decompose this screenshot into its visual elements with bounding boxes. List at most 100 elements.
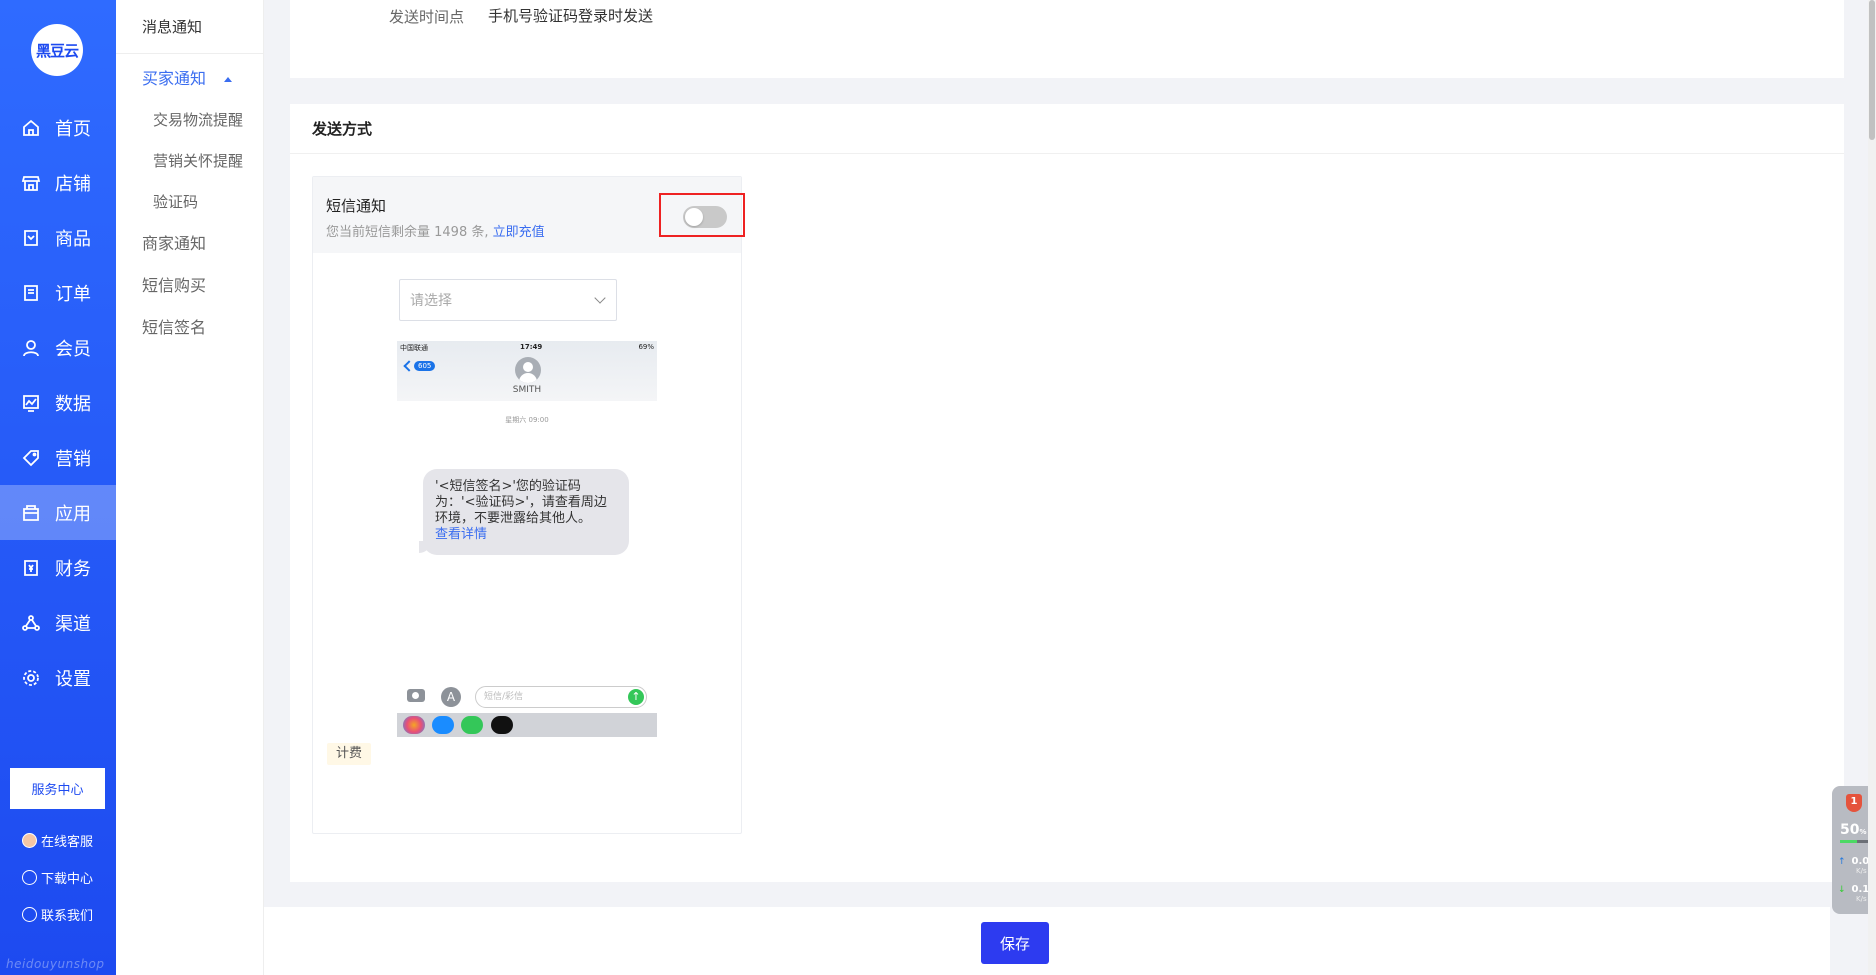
service-center-button[interactable]: 服务中心 — [10, 768, 105, 809]
nav-label: 渠道 — [55, 613, 91, 635]
bubble-tail — [419, 541, 431, 553]
send-time-card: 发送时间点 手机号验证码登录时发送 — [290, 0, 1844, 78]
nav-label: 首页 — [55, 118, 91, 140]
contact-us-label: 联系我们 — [41, 909, 94, 924]
send-arrow-icon: ↑ — [628, 689, 644, 705]
brand-logo[interactable]: 黑豆云 — [31, 24, 83, 76]
select-placeholder: 请选择 — [410, 293, 452, 309]
main-sidebar: 黑豆云 首页 店铺 商品 订单 会员 数据 营销 应用 财务 渠道 设置 服务中… — [0, 0, 116, 975]
recharge-link[interactable]: 立即充值 — [493, 225, 545, 240]
cpu-value: 50 — [1840, 822, 1860, 838]
online-service-link[interactable]: 在线客服 — [22, 831, 93, 850]
send-time-value: 手机号验证码登录时发送 — [488, 7, 654, 25]
nav-item-settings[interactable]: 设置 — [0, 650, 116, 705]
sms-notice-header: 短信通知 您当前短信剩余量 1498 条, 立即充值 — [313, 177, 745, 253]
sms-enable-toggle[interactable] — [683, 206, 727, 228]
sms-preview-bubble: '<短信签名>'您的验证码为：'<验证码>'，请查看周边环境，不要泄露给其他人。… — [419, 469, 629, 555]
cpu-percent: 50% — [1840, 822, 1867, 838]
sms-notice-panel: 短信通知 您当前短信剩余量 1498 条, 立即充值 请选择 中国联通 17:4… — [312, 176, 745, 834]
photos-icon — [403, 716, 425, 734]
battery-text: 69% — [638, 343, 654, 351]
nav-label: 商品 — [55, 228, 91, 250]
nav-label: 应用 — [55, 503, 91, 525]
download-icon — [22, 870, 37, 885]
phone-message-input: 短信/彩信 ↑ — [475, 686, 647, 708]
nav-label: 财务 — [55, 558, 91, 580]
cpu-bar — [1840, 840, 1870, 843]
scrollbar-thumb[interactable] — [1869, 0, 1875, 140]
back-count: 605 — [414, 361, 436, 371]
bubble-text: '<短信签名>'您的验证码为：'<验证码>'，请查看周边环境，不要泄露给其他人。 — [435, 479, 607, 526]
goods-icon — [20, 227, 42, 249]
subnav-verify-code[interactable]: 验证码 — [116, 182, 263, 223]
scrollbar-track[interactable] — [1868, 0, 1876, 975]
toggle-highlight-box — [659, 193, 745, 237]
order-icon — [20, 282, 42, 304]
nav-item-home[interactable]: 首页 — [0, 100, 116, 155]
watermark: heidouyunshop — [6, 957, 105, 971]
subnav-buyer-notice[interactable]: 买家通知 — [116, 58, 263, 100]
billing-tag[interactable]: 计费 — [327, 743, 372, 765]
subnav-marketing-care[interactable]: 营销关怀提醒 — [116, 141, 263, 182]
nav-label: 数据 — [55, 393, 91, 415]
nav-item-data[interactable]: 数据 — [0, 375, 116, 430]
nav-item-finance[interactable]: 财务 — [0, 540, 116, 595]
contact-name: SMITH — [512, 385, 542, 395]
shield-icon: 1 — [1846, 794, 1862, 812]
nav-item-marketing[interactable]: 营销 — [0, 430, 116, 485]
cpu-unit: % — [1859, 828, 1867, 836]
nav-item-channel[interactable]: 渠道 — [0, 595, 116, 650]
phone-input-row: A 短信/彩信 ↑ — [397, 685, 657, 709]
download-center-label: 下载中心 — [41, 872, 94, 887]
subnav-trade-logistics[interactable]: 交易物流提醒 — [116, 100, 263, 141]
message-time: 星期六 09:00 — [505, 416, 549, 424]
toggle-knob — [685, 208, 703, 226]
send-time-label: 发送时间点 — [389, 8, 465, 26]
nav-item-shop[interactable]: 店铺 — [0, 155, 116, 210]
app-icon — [20, 502, 42, 524]
subnav-sms-purchase[interactable]: 短信购买 — [116, 265, 263, 307]
appstore-icon: A — [441, 687, 461, 707]
nav-label: 会员 — [55, 338, 91, 360]
settings-icon — [20, 667, 42, 689]
chart-icon — [20, 392, 42, 414]
channel-icon — [20, 612, 42, 634]
chevron-down-icon — [594, 292, 606, 304]
member-icon — [20, 337, 42, 359]
sms-balance-desc: 您当前短信剩余量 1498 条, — [326, 225, 489, 240]
avatar-icon — [22, 833, 37, 848]
contact-us-link[interactable]: 联系我们 — [22, 905, 93, 924]
sms-notice-title: 短信通知 — [326, 197, 387, 215]
save-button[interactable]: 保存 — [981, 922, 1049, 964]
arrow-up-icon: ↑ — [1838, 857, 1846, 867]
arrow-down-icon: ↓ — [1838, 885, 1846, 895]
send-method-card: 发送方式 短信通知 您当前短信剩余量 1498 条, 立即充值 请选择 中国联通… — [290, 104, 1844, 882]
nav-label: 店铺 — [55, 173, 91, 195]
sms-balance-text: 您当前短信剩余量 1498 条, 立即充值 — [326, 221, 545, 240]
download-center-link[interactable]: 下载中心 — [22, 868, 93, 887]
nav-item-member[interactable]: 会员 — [0, 320, 116, 375]
phone-preview-header: 中国联通 17:49 69% 605 SMITH — [397, 341, 657, 401]
download-speed: ↓ 0.1 K/s — [1838, 884, 1869, 903]
caret-up-icon — [224, 76, 233, 82]
pay-icon — [461, 716, 483, 734]
heart-app-icon — [491, 716, 513, 734]
bottom-action-bar: 保存 — [264, 907, 1830, 975]
main-nav: 首页 店铺 商品 订单 会员 数据 营销 应用 财务 渠道 设置 — [0, 100, 116, 705]
phone-app-dock — [397, 713, 657, 737]
nav-item-goods[interactable]: 商品 — [0, 210, 116, 265]
template-select[interactable]: 请选择 — [399, 279, 617, 321]
subnav-sms-signature[interactable]: 短信签名 — [116, 307, 263, 349]
subnav-header: 消息通知 — [116, 0, 263, 54]
upload-value: 0.0 — [1851, 856, 1870, 867]
appstore-dock-icon — [432, 716, 454, 734]
phone-status-bar: 中国联通 17:49 69% — [400, 343, 654, 353]
nav-item-order[interactable]: 订单 — [0, 265, 116, 320]
clock-text: 17:49 — [520, 343, 543, 351]
tag-icon — [20, 447, 42, 469]
nav-item-app[interactable]: 应用 — [0, 485, 116, 540]
subnav-merchant-notice[interactable]: 商家通知 — [116, 223, 263, 265]
shop-icon — [20, 172, 42, 194]
send-method-title: 发送方式 — [290, 104, 1844, 154]
logo-text: 黑豆云 — [35, 41, 79, 60]
